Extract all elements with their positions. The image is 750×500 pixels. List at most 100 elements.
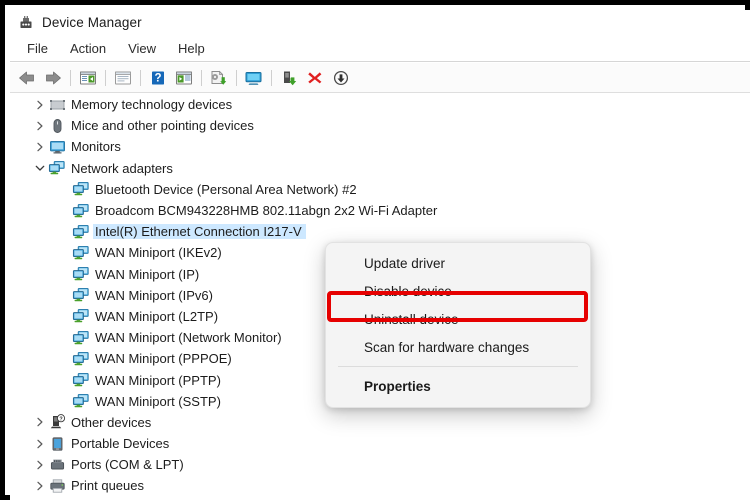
tree-item[interactable]: Network adapters (10, 158, 750, 179)
toolbar: ? (10, 63, 750, 93)
chevron-right-icon[interactable] (32, 414, 48, 430)
ctx-properties[interactable]: Properties (326, 372, 590, 400)
port-icon (48, 456, 66, 473)
tree-item-label: Ports (COM & LPT) (71, 457, 184, 473)
tree-item-label: WAN Miniport (L2TP) (95, 308, 219, 324)
device-manager-window: Device Manager File Action View Help ? M… (0, 0, 750, 500)
scan-hardware-changes-icon[interactable] (241, 66, 267, 90)
tree-item[interactable]: Memory technology devices (10, 94, 750, 115)
update-driver-icon[interactable] (206, 66, 232, 90)
show-hide-console-tree-icon[interactable] (75, 66, 101, 90)
monitor-icon (48, 138, 66, 155)
toolbar-separator (201, 69, 202, 86)
window-body: Device Manager File Action View Help ? M… (10, 10, 750, 500)
tree-item-label: Other devices (71, 414, 152, 430)
tree-item-label: Memory technology devices (71, 97, 233, 113)
show-hide-action-pane-icon[interactable] (171, 66, 197, 90)
ctx-scan-hardware-changes[interactable]: Scan for hardware changes (326, 333, 590, 361)
tree-item[interactable]: Portable Devices (10, 433, 750, 454)
network-adapter-icon (72, 244, 90, 261)
tree-item[interactable]: ? Other devices (10, 412, 750, 433)
svg-text:?: ? (154, 72, 161, 84)
chevron-down-icon[interactable] (32, 160, 48, 176)
tree-item-label: Network adapters (71, 160, 173, 176)
network-adapter-icon (72, 393, 90, 410)
menubar-view[interactable]: View (117, 38, 167, 59)
network-adapter-icon (72, 329, 90, 346)
ctx-uninstall-device[interactable]: Uninstall device (326, 305, 590, 333)
chevron-right-icon[interactable] (32, 478, 48, 494)
toolbar-separator (140, 69, 141, 86)
menubar-file[interactable]: File (16, 38, 59, 59)
tree-item-label: WAN Miniport (Network Monitor) (95, 330, 282, 346)
tree-item[interactable]: Broadcom BCM943228HMB 802.11abgn 2x2 Wi-… (10, 200, 750, 221)
device-manager-icon (18, 15, 34, 31)
uninstall-device-red-x-icon[interactable] (302, 66, 328, 90)
ctx-update-driver[interactable]: Update driver (326, 249, 590, 277)
unknown-device-icon: ? (48, 414, 66, 431)
tree-item[interactable]: Print queues (10, 475, 750, 496)
context-menu-separator (338, 366, 578, 367)
tree-item[interactable]: Intel(R) Ethernet Connection I217-V (10, 221, 750, 242)
network-adapter-icon (72, 266, 90, 283)
chevron-right-icon[interactable] (32, 118, 48, 134)
back-arrow-icon[interactable] (14, 66, 40, 90)
tree-item-label: WAN Miniport (PPPOE) (95, 351, 232, 367)
network-adapter-icon (72, 372, 90, 389)
tree-item[interactable]: Mice and other pointing devices (10, 115, 750, 136)
menubar-help[interactable]: Help (167, 38, 216, 59)
tree-item-label: Bluetooth Device (Personal Area Network)… (95, 181, 357, 197)
portable-device-icon (48, 435, 66, 452)
chevron-right-icon[interactable] (32, 139, 48, 155)
forward-arrow-icon[interactable] (40, 66, 66, 90)
tree-item-label: Monitors (71, 139, 121, 155)
tree-item-label: Intel(R) Ethernet Connection I217-V (95, 224, 306, 240)
menu-bar: File Action View Help (10, 35, 750, 62)
network-adapter-icon (72, 308, 90, 325)
menubar-action[interactable]: Action (59, 38, 117, 59)
network-adapter-icon (48, 160, 66, 177)
network-adapter-icon (72, 202, 90, 219)
help-question-icon[interactable]: ? (145, 66, 171, 90)
network-adapter-icon (72, 181, 90, 198)
window-title: Device Manager (42, 15, 142, 30)
tree-item[interactable]: Ports (COM & LPT) (10, 454, 750, 475)
tree-item-label: Print queues (71, 478, 144, 494)
tree-item-label: WAN Miniport (PPTP) (95, 372, 221, 388)
properties-window-icon[interactable] (110, 66, 136, 90)
enable-device-icon[interactable] (276, 66, 302, 90)
chevron-right-icon[interactable] (32, 436, 48, 452)
toolbar-separator (70, 69, 71, 86)
tree-item-label: WAN Miniport (SSTP) (95, 393, 221, 409)
mouse-icon (48, 117, 66, 134)
network-adapter-icon (72, 287, 90, 304)
network-adapter-icon (72, 223, 90, 240)
ctx-disable-device[interactable]: Disable device (326, 277, 590, 305)
chevron-right-icon[interactable] (32, 97, 48, 113)
tree-item-label: Mice and other pointing devices (71, 118, 254, 134)
tree-item[interactable]: Bluetooth Device (Personal Area Network)… (10, 179, 750, 200)
network-adapter-icon (72, 350, 90, 367)
svg-text:?: ? (59, 417, 62, 423)
chevron-right-icon[interactable] (32, 457, 48, 473)
tree-item-label: Broadcom BCM943228HMB 802.11abgn 2x2 Wi-… (95, 203, 438, 219)
toolbar-separator (236, 69, 237, 86)
title-bar: Device Manager (10, 10, 750, 35)
memory-device-icon (48, 96, 66, 113)
toolbar-separator (271, 69, 272, 86)
disable-device-down-arrow-icon[interactable] (328, 66, 354, 90)
tree-item[interactable]: Monitors (10, 136, 750, 157)
context-menu[interactable]: Update driver Disable device Uninstall dev… (325, 242, 591, 408)
printer-icon (48, 477, 66, 494)
